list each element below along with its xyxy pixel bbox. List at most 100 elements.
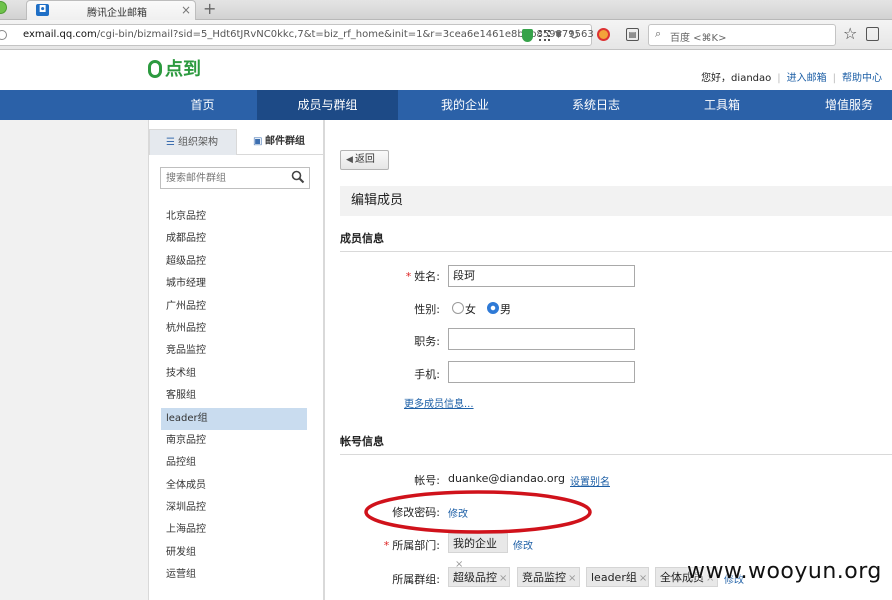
nav-home[interactable]: 首页 xyxy=(149,90,256,120)
sidebar-group-item[interactable]: 全体成员 xyxy=(161,475,307,497)
gender-female-radio[interactable] xyxy=(452,302,464,314)
tab-groups-label: 邮件群组 xyxy=(265,136,305,147)
browser-search-box[interactable]: ⌕ 百度 <⌘K> xyxy=(648,24,836,46)
department-tag: 我的企业× xyxy=(448,533,508,570)
logo-mark-icon xyxy=(148,60,162,78)
browser-search-placeholder: 百度 <⌘K> xyxy=(670,33,727,44)
back-arrow-icon: ◀ xyxy=(346,155,353,165)
name-label-text: 姓名: xyxy=(414,270,440,283)
watermark: www.wooyun.org xyxy=(687,559,882,584)
user-links: 您好，diandao | 进入邮箱 | 帮助中心 xyxy=(701,73,882,84)
tab-mail-groups[interactable]: ▣ 邮件群组 xyxy=(239,129,323,155)
sidebar-group-item[interactable]: 竞品监控 xyxy=(161,340,307,362)
remove-icon[interactable]: × xyxy=(499,573,507,584)
sidebar-group-item[interactable]: 杭州品控 xyxy=(161,318,307,340)
group-search xyxy=(160,167,310,189)
section-account-info: 帐号信息 xyxy=(340,433,892,455)
qr-code-icon[interactable] xyxy=(539,30,550,41)
remove-icon[interactable]: × xyxy=(568,573,576,584)
group-tag-label: 超级品控 xyxy=(453,571,497,584)
shield-icon[interactable] xyxy=(522,29,533,42)
department-label: * 所属部门: xyxy=(380,537,440,553)
sidebar-group-item[interactable]: 南京品控 xyxy=(161,430,307,452)
remove-icon[interactable]: × xyxy=(639,573,647,584)
notes-icon[interactable] xyxy=(866,27,879,41)
browser-tab[interactable]: ◘ 腾讯企业邮箱 × xyxy=(26,0,196,20)
name-field[interactable]: 段珂 xyxy=(448,265,635,287)
account-value: duanke@diandao.org xyxy=(448,472,565,485)
department-tag-label: 我的企业 xyxy=(453,537,497,550)
sidebar-tabs: ☰ 组织架构 ▣ 邮件群组 xyxy=(149,129,323,155)
required-icon: * xyxy=(383,539,390,552)
user-greeting: 您好，diandao xyxy=(701,73,772,84)
adblock-icon[interactable] xyxy=(597,28,610,41)
content-divider xyxy=(324,120,325,600)
sidebar-group-item[interactable]: 品控组 xyxy=(161,452,307,474)
main-nav: 首页 成员与群组 我的企业 系统日志 工具箱 增值服务 xyxy=(0,90,892,120)
sidebar-group-item[interactable]: 运营组 xyxy=(161,564,307,586)
sidebar-group-item[interactable]: 上海品控 xyxy=(161,519,307,541)
site-info-icon[interactable] xyxy=(0,30,7,40)
back-label: 返回 xyxy=(354,154,375,165)
sidebar-group-item[interactable]: leader组 xyxy=(161,407,307,430)
address-bar[interactable]: exmail.qq.com/cgi-bin/bizmail?sid=5_Hdt6… xyxy=(0,24,594,46)
sidebar-group-item[interactable]: 技术组 xyxy=(161,363,307,385)
new-tab-button[interactable]: + xyxy=(203,0,216,18)
phone-field[interactable] xyxy=(448,361,635,383)
page-title: 编辑成员 xyxy=(340,186,892,216)
more-member-info-link[interactable]: 更多成员信息... xyxy=(404,395,474,410)
chevron-down-icon[interactable]: ▼ xyxy=(555,28,562,42)
nav-members-groups[interactable]: 成员与群组 xyxy=(257,90,398,120)
sidebar-group-item[interactable]: 广州品控 xyxy=(161,296,307,318)
sidebar-group-item[interactable]: 北京品控 xyxy=(161,206,307,228)
account-label: 帐号: xyxy=(414,474,440,487)
window-zoom-button[interactable] xyxy=(0,1,7,14)
tab-title: 腾讯企业邮箱 xyxy=(87,8,147,19)
nav-toolbox[interactable]: 工具箱 xyxy=(660,90,784,120)
nav-system-log[interactable]: 系统日志 xyxy=(532,90,660,120)
sidebar: ☰组织架构 ▣邮件群组 北京品控成都品控超级品控城市经理广州品控杭州品控竞品监控… xyxy=(148,120,324,600)
page-left-gutter xyxy=(0,120,148,600)
group-tag-label: 竞品监控 xyxy=(522,571,566,584)
brand-logo[interactable]: 点到 xyxy=(148,56,201,80)
reload-icon[interactable]: ↻ xyxy=(569,28,579,42)
groups-label: 所属群组: xyxy=(392,573,440,586)
address-text: exmail.qq.com/cgi-bin/bizmail?sid=5_Hdt6… xyxy=(23,29,594,40)
nav-value-added[interactable]: 增值服务 xyxy=(784,90,892,120)
nav-my-enterprise[interactable]: 我的企业 xyxy=(398,90,532,120)
job-title-field[interactable] xyxy=(448,328,635,350)
url-path: /cgi-bin/bizmail?sid=5_Hdt6tJRvNC0kkc,7&… xyxy=(96,29,594,40)
sidebar-group-item[interactable]: 研发组 xyxy=(161,542,307,564)
set-alias-link[interactable]: 设置别名 xyxy=(570,473,610,488)
tab-close-icon[interactable]: × xyxy=(181,3,191,17)
group-icon: ▣ xyxy=(253,136,263,147)
group-tag: 竞品监控 × xyxy=(517,567,580,587)
reader-icon[interactable]: ▤ xyxy=(626,28,639,41)
search-icon[interactable] xyxy=(291,170,305,184)
group-list: 北京品控 成都品控 超级品控 城市经理 广州品控 杭州品控 竞品监控 技术组 客服组 leader… xyxy=(161,206,307,587)
list-icon: ☰ xyxy=(166,137,175,148)
gender-male-label: 男 xyxy=(500,303,511,316)
annotation-ellipse xyxy=(364,490,592,534)
gender-male-radio[interactable] xyxy=(487,302,499,314)
name-label: * 姓名: xyxy=(380,268,440,284)
sidebar-group-item[interactable]: 超级品控 xyxy=(161,251,307,273)
group-search-input[interactable] xyxy=(161,168,285,188)
gender-label: 性别: xyxy=(414,303,440,316)
sidebar-group-item[interactable]: 深圳品控 xyxy=(161,497,307,519)
department-edit-link[interactable]: 修改 xyxy=(513,537,533,552)
help-center-link[interactable]: 帮助中心 xyxy=(842,73,882,84)
section-member-info: 成员信息 xyxy=(340,230,892,252)
enter-mailbox-link[interactable]: 进入邮箱 xyxy=(787,73,827,84)
gender-female-label: 女 xyxy=(465,303,476,316)
group-tag-label: leader组 xyxy=(591,571,637,584)
sidebar-group-item[interactable]: 客服组 xyxy=(161,385,307,407)
department-label-text: 所属部门: xyxy=(392,539,440,552)
tab-org-structure[interactable]: ☰ 组织架构 xyxy=(149,129,237,155)
group-tag: 超级品控 × xyxy=(448,567,510,587)
required-icon: * xyxy=(405,270,412,283)
sidebar-group-item[interactable]: 城市经理 xyxy=(161,273,307,295)
back-button[interactable]: ◀ 返回 xyxy=(340,150,389,170)
sidebar-group-item[interactable]: 成都品控 xyxy=(161,228,307,250)
bookmark-star-icon[interactable]: ☆ xyxy=(843,25,857,43)
